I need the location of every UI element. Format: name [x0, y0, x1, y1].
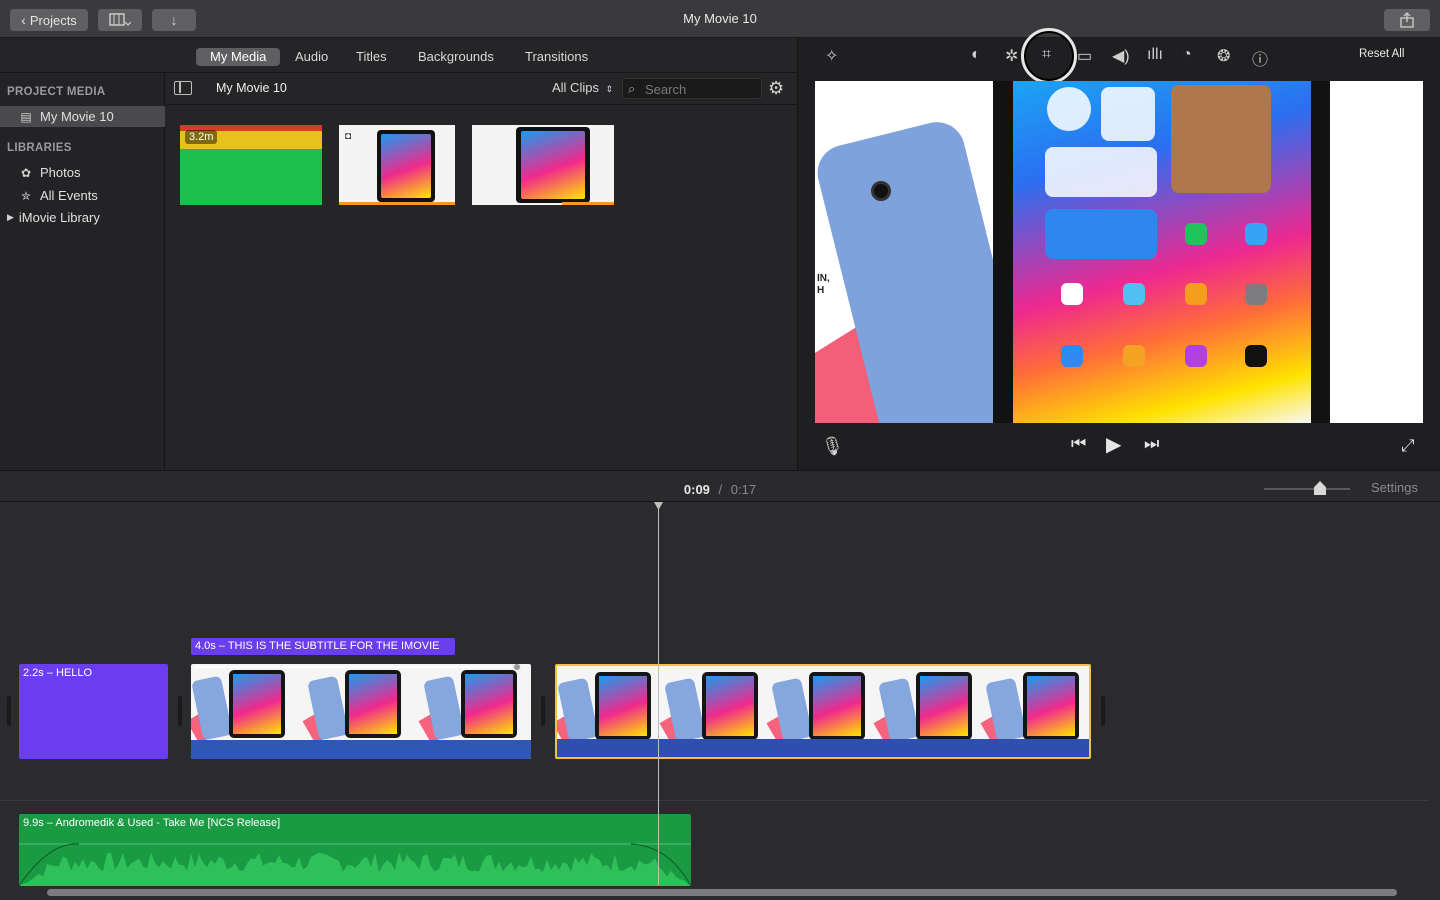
tablet-image [993, 81, 1330, 423]
sidebar-item-label: My Movie 10 [40, 109, 114, 124]
timeline: 2.2s – HELLO 4.0s – THIS IS THE SUBTITLE… [0, 502, 1440, 900]
total-time: 0:17 [730, 482, 757, 497]
library-sidebar: PROJECT MEDIA ▤ My Movie 10 LIBRARIES ✿ … [0, 73, 165, 470]
weather-widget [1045, 209, 1157, 259]
preview-side-text: IN, H [817, 273, 830, 296]
timecode: 0:09 / 0:17 [0, 482, 1440, 497]
updown-chevron-icon: ⇕ [605, 84, 614, 94]
zoom-slider-track[interactable] [1264, 488, 1350, 490]
track-divider [0, 800, 1428, 801]
event-title: My Movie 10 [216, 81, 287, 95]
info-icon[interactable]: ⓘ [1252, 46, 1268, 70]
window-title: My Movie 10 [683, 11, 757, 26]
sidebar-item-photos[interactable]: ✿ Photos [0, 162, 165, 183]
adjustment-toolbar: ✧ ◐ ✲ ⌗ ▭ ◀) ıllı ◔ ❂ ⓘ Reset All [799, 28, 1440, 84]
media-tabs: My Media Audio Titles Backgrounds Transi… [0, 38, 798, 73]
search-input[interactable] [645, 81, 755, 97]
sidebar-item-label: Photos [40, 165, 81, 180]
crop-icon[interactable]: ⌗ [1042, 46, 1051, 64]
current-time: 0:09 [683, 482, 710, 497]
skip-forward-icon[interactable]: ⏭︎ [1144, 434, 1159, 454]
clock-widget [1047, 87, 1091, 131]
music-clip[interactable]: 9.9s – Andromedik & Used - Take Me [NCS … [19, 814, 691, 886]
play-icon[interactable]: ▶ [1106, 432, 1121, 457]
project-icon: ▤ [20, 109, 32, 124]
equalizer-icon[interactable]: ıllı [1147, 46, 1163, 64]
sidebar-item-imovie-library[interactable]: ▶ iMovie Library [0, 207, 165, 228]
viewer: ✧ ◐ ✲ ⌗ ▭ ◀) ıllı ◔ ❂ ⓘ Reset All IN, H [799, 28, 1440, 470]
stabilization-icon[interactable]: ▭ [1077, 46, 1092, 66]
title-bar: ‹ Projects ↓ My Movie 10 [0, 0, 1440, 38]
project-media-heading: PROJECT MEDIA [7, 86, 106, 98]
video-clip[interactable] [191, 664, 531, 759]
clip-gap-handle[interactable] [541, 696, 545, 726]
time-separator: / [718, 482, 723, 497]
tab-audio[interactable]: Audio [281, 48, 342, 66]
browser-toolbar: My Movie 10 All Clips ⇕ ⌕ ⚙ [166, 73, 798, 105]
clip-label: 4.0s – THIS IS THE SUBTITLE FOR THE IMOV… [195, 640, 440, 652]
clip-filter-icon[interactable]: ❂ [1217, 46, 1230, 66]
libraries-heading: LIBRARIES [7, 142, 72, 154]
clip-filter-select[interactable]: All Clips ⇕ [552, 80, 613, 95]
tab-backgrounds[interactable]: Backgrounds [404, 48, 508, 66]
color-balance-icon[interactable]: ◐ [971, 46, 981, 64]
playhead[interactable] [658, 505, 659, 885]
sidebar-item-label: iMovie Library [18, 210, 100, 225]
camera-icon: ◘ [345, 131, 352, 142]
sidebar-item-all-events[interactable]: ✮ All Events [0, 185, 165, 206]
media-clip-thumbnail[interactable]: 3.2m [180, 125, 322, 205]
fullscreen-icon[interactable]: ⤢ [1401, 436, 1415, 456]
volume-icon[interactable]: ◀) [1112, 46, 1130, 66]
search-icon: ⌕ [628, 81, 636, 96]
clip-gap-handle[interactable] [178, 696, 182, 726]
clip-filter-label: All Clips [552, 80, 599, 95]
music-waveform [19, 843, 691, 886]
subtitle-title-clip[interactable]: 4.0s – THIS IS THE SUBTITLE FOR THE IMOV… [191, 638, 455, 655]
camera-lens [871, 181, 891, 201]
gear-icon[interactable]: ⚙ [768, 78, 784, 99]
selected-video-clip[interactable] [555, 664, 1091, 759]
media-photo-thumbnail[interactable]: ◘ [339, 125, 455, 205]
tab-titles[interactable]: Titles [342, 48, 401, 66]
title-clip[interactable]: 2.2s – HELLO [19, 664, 168, 759]
timeline-settings-button[interactable]: Settings [1371, 480, 1418, 495]
sidebar-toggle-icon[interactable] [174, 81, 192, 95]
reset-all-button[interactable]: Reset All [1359, 48, 1404, 60]
clip-label: 2.2s – HELLO [23, 667, 93, 679]
star-icon: ✮ [20, 188, 32, 203]
photos-icon: ✿ [20, 165, 32, 180]
sidebar-item-project[interactable]: ▤ My Movie 10 [0, 106, 165, 127]
timeline-header: 0:09 / 0:17 Settings [0, 470, 1440, 502]
share-button[interactable] [1384, 9, 1430, 31]
timeline-horizontal-scrollbar[interactable] [47, 889, 1397, 896]
share-icon [1400, 12, 1414, 28]
clip-audio-bar [557, 739, 1089, 757]
clip-audio-waveform [191, 740, 531, 759]
clip-gap-handle[interactable] [7, 696, 11, 726]
clip-gap-handle[interactable] [1101, 696, 1105, 726]
disclosure-triangle-icon[interactable]: ▶ [7, 212, 14, 223]
tab-my-media[interactable]: My Media [196, 48, 281, 66]
microphone-icon[interactable]: 🎙︎ [821, 436, 844, 457]
sidebar-item-label: All Events [40, 188, 98, 203]
clip-duration-badge: 3.2m [185, 130, 218, 144]
clip-label: 9.9s – Andromedik & Used - Take Me [NCS … [23, 817, 281, 829]
color-palette-icon[interactable]: ✲ [1005, 46, 1018, 66]
search-field[interactable]: ⌕ [622, 78, 762, 99]
tab-transitions[interactable]: Transitions [511, 48, 602, 66]
magic-wand-icon[interactable]: ✧ [825, 46, 838, 66]
speed-icon[interactable]: ◔ [1182, 46, 1192, 64]
media-clip-thumbnail[interactable] [472, 125, 614, 205]
skip-back-icon[interactable]: ⏮︎ [1071, 434, 1086, 454]
video-preview[interactable]: IN, H [815, 81, 1423, 423]
media-browser: My Media Audio Titles Backgrounds Transi… [0, 38, 798, 470]
